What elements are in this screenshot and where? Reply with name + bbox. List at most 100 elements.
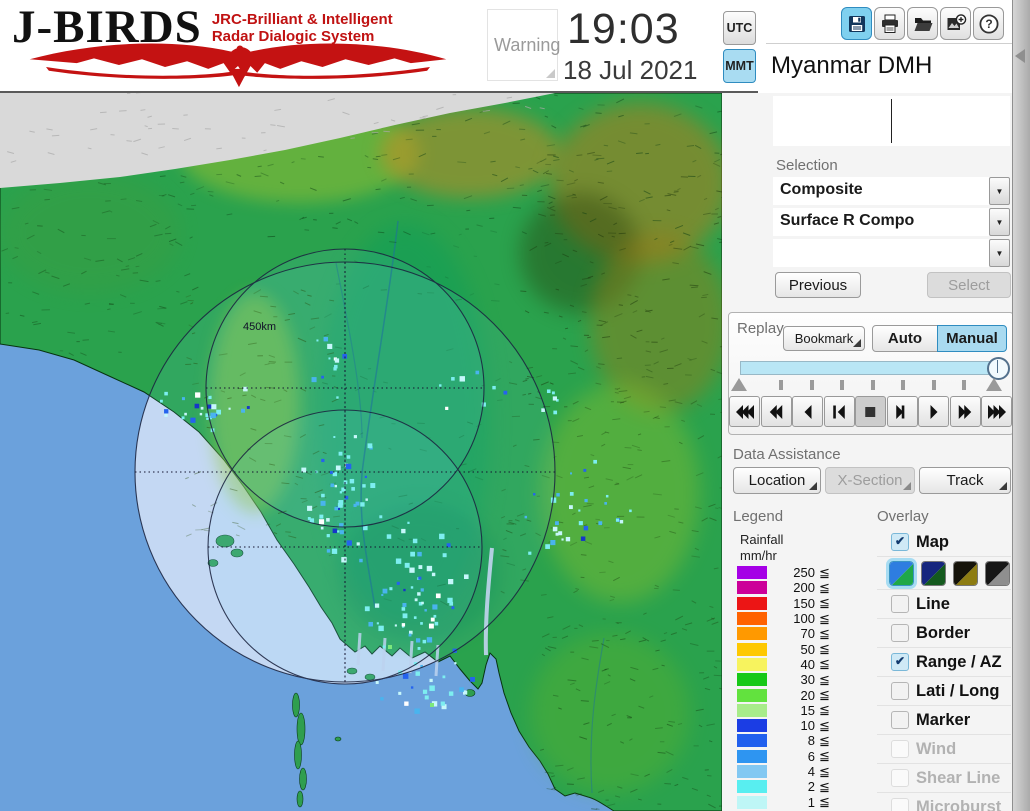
dropdown-arrow-icon[interactable]: ▼ (989, 177, 1010, 205)
add-image-icon (947, 13, 966, 30)
rewind-2-button[interactable] (760, 396, 792, 427)
legend-value: 250 (793, 565, 815, 581)
timeline-tick (809, 380, 814, 390)
location-button[interactable]: Location (733, 467, 821, 494)
jbirds-app: J-BIRDS JRC-Brilliant & Intelligent Rada… (0, 0, 1030, 811)
overlay-list: ✔ Map Line Border ✔ Range / AZ Lati / Long Mark… (877, 528, 1011, 811)
legend-item: 1 ≦ (737, 794, 830, 810)
skip-end-icon (896, 404, 905, 419)
warning-label: Warning (494, 34, 561, 55)
rewind-button[interactable] (792, 396, 823, 427)
save-button[interactable] (841, 7, 872, 40)
product-dropdown-1[interactable]: Composite ▼ (773, 177, 1010, 205)
checkbox-map[interactable]: ✔ (891, 533, 909, 551)
lte-symbol: ≦ (819, 778, 830, 794)
stop-button[interactable] (855, 396, 886, 427)
product-dropdown-3[interactable]: ▼ (773, 239, 1010, 267)
manual-mode-button[interactable]: Manual (937, 325, 1007, 352)
timeline-tick (870, 380, 875, 390)
stop-icon (864, 406, 875, 417)
timeline-tick (779, 380, 783, 390)
map-style-navy-darkgreen[interactable] (921, 560, 946, 586)
open-folder-button[interactable] (907, 7, 938, 40)
legend-value: 10 (800, 718, 815, 734)
dropdown-arrow-icon[interactable]: ▼ (989, 239, 1010, 267)
timeline-tick (931, 380, 936, 390)
utc-button[interactable]: UTC (723, 11, 756, 45)
legend-swatch (737, 657, 767, 671)
overlay-item-label: Wind (916, 739, 957, 758)
map-style-black-olive[interactable] (953, 560, 978, 586)
forward-2-button[interactable] (949, 396, 981, 427)
skip-end-button[interactable] (886, 396, 918, 427)
legend-value: 6 (807, 748, 815, 764)
station-listbox[interactable] (773, 96, 1010, 146)
timeline-end-marker[interactable] (986, 378, 1002, 391)
print-button[interactable] (874, 7, 905, 40)
forward-3-icon (987, 404, 1006, 419)
eagle-logo-icon (29, 43, 447, 88)
legend-value: 40 (800, 656, 815, 672)
dropdown-arrow-icon[interactable]: ▼ (989, 208, 1010, 236)
map-style-black-gray[interactable] (985, 560, 1010, 586)
lte-symbol: ≦ (819, 763, 830, 779)
warning-button[interactable]: Warning (487, 9, 561, 81)
overlay-row-map: ✔ Map (877, 528, 1011, 557)
overlay-item-label: Lati / Long (916, 681, 1000, 700)
checkbox-marker[interactable] (891, 711, 909, 729)
play-icon (930, 404, 937, 419)
lte-symbol: ≦ (819, 656, 830, 672)
play-button[interactable] (918, 396, 949, 427)
clock-time: 19:03 (567, 5, 680, 53)
track-button[interactable]: Track (919, 467, 1011, 494)
clock-date: 18 Jul 2021 (563, 55, 698, 85)
legend-label: Legend (733, 508, 784, 525)
open-folder-icon (914, 17, 932, 31)
timeline-tick (901, 380, 905, 390)
checkbox-line[interactable] (891, 595, 909, 613)
replay-timeline-slider[interactable] (740, 361, 1004, 375)
help-button[interactable]: ? (973, 7, 1004, 40)
product-dropdown-2[interactable]: Surface R Compo ▼ (773, 208, 1010, 236)
lte-symbol: ≦ (819, 595, 830, 611)
legend-item: 6 ≦ (737, 748, 830, 764)
auto-mode-button[interactable]: Auto (872, 325, 938, 352)
legend-item: 10 ≦ (737, 718, 830, 733)
radar-map[interactable]: 450km (0, 91, 730, 811)
bookmark-button[interactable]: Bookmark (783, 326, 865, 351)
svg-text:?: ? (985, 17, 992, 31)
legend-unit-1: Rainfall (740, 532, 784, 547)
lte-symbol: ≦ (819, 717, 830, 733)
checkbox-microburst (891, 798, 909, 811)
legend-item: 4 ≦ (737, 764, 830, 779)
rewind-3-button[interactable] (729, 396, 760, 427)
listbox-divider (891, 99, 892, 143)
panel-collapse-arrow[interactable] (1015, 49, 1025, 63)
lte-symbol: ≦ (819, 794, 830, 810)
overlay-row-marker: Marker (877, 706, 1011, 735)
lte-symbol: ≦ (819, 564, 830, 580)
product-dropdown-2-value: Surface R Compo (780, 212, 915, 229)
skip-start-button[interactable] (823, 396, 855, 427)
legend-scale: 250 ≦ 200 ≦ 150 ≦ 100 ≦ 70 ≦ 50 ≦ 40 ≦ 30 ≦ 20 ≦ 15 ≦ 10 ≦ 8 ≦ 6… (737, 565, 830, 810)
timeline-start-marker[interactable] (731, 378, 747, 391)
legend-value: 200 (793, 580, 815, 596)
overlay-row-range-az: ✔ Range / AZ (877, 648, 1011, 677)
previous-button[interactable]: Previous (775, 272, 861, 298)
range-ring-label: 450km (243, 321, 276, 333)
legend-item: 150 ≦ (737, 595, 830, 611)
map-style-blue-green[interactable] (886, 557, 917, 589)
panel-divider (766, 43, 1013, 44)
add-image-button[interactable] (940, 7, 971, 40)
lte-symbol: ≦ (819, 579, 830, 595)
checkbox-range-az[interactable]: ✔ (891, 653, 909, 671)
forward-3-button[interactable] (981, 396, 1012, 427)
checkbox-border[interactable] (891, 624, 909, 642)
legend-item: 200 ≦ (737, 580, 830, 595)
lte-symbol: ≦ (819, 641, 830, 657)
legend-value: 70 (800, 626, 815, 642)
checkbox-lati-long[interactable] (891, 682, 909, 700)
mmt-button[interactable]: MMT (723, 49, 756, 83)
legend-swatch (737, 673, 767, 687)
replay-slider-handle[interactable] (987, 357, 1010, 380)
